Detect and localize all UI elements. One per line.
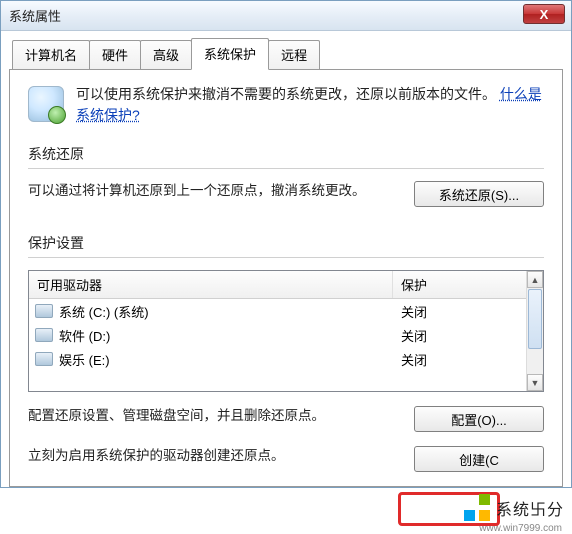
drive-status: 关闭 [393,350,543,369]
restore-row: 可以通过将计算机还原到上一个还原点，撤消系统更改。 系统还原(S)... [28,181,544,207]
tab-panel-system-protection: 可以使用系统保护来撤消不需要的系统更改，还原以前版本的文件。 什么是系统保护? … [9,69,563,487]
drives-scrollbar[interactable]: ▲ ▼ [526,271,543,391]
configure-button[interactable]: 配置(O)... [414,406,544,432]
intro-text-main: 可以使用系统保护来撤消不需要的系统更改，还原以前版本的文件。 [76,86,496,102]
close-icon: X [540,7,549,22]
scroll-up-button[interactable]: ▲ [527,271,543,288]
drive-icon [35,328,53,342]
intro-row: 可以使用系统保护来撤消不需要的系统更改，还原以前版本的文件。 什么是系统保护? [28,84,544,126]
tab-hardware[interactable]: 硬件 [89,40,141,70]
watermark-url: www.win7999.com [479,523,562,534]
system-protection-icon [28,86,64,122]
watermark-brand: 系统卐分 [496,496,564,520]
system-properties-window: 系统属性 X 计算机名 硬件 高级 系统保护 远程 可以使用系统保护来撤消不需要… [0,0,572,488]
tab-advanced[interactable]: 高级 [140,40,192,70]
close-button[interactable]: X [523,4,565,24]
drives-header: 可用驱动器 保护 [29,271,543,299]
watermark: 系统卐分 [462,494,564,522]
titlebar[interactable]: 系统属性 X [1,1,571,31]
tab-strip: 计算机名 硬件 高级 系统保护 远程 [9,40,563,70]
drive-row[interactable]: 系统 (C:) (系统) 关闭 [29,299,543,323]
restore-description: 可以通过将计算机还原到上一个还原点，撤消系统更改。 [28,181,398,202]
create-button[interactable]: 创建(C [414,446,544,472]
drive-status: 关闭 [393,326,543,345]
drive-row[interactable]: 娱乐 (E:) 关闭 [29,347,543,371]
column-header-protection[interactable]: 保护 [393,271,543,298]
column-header-drive[interactable]: 可用驱动器 [29,271,393,298]
drive-label: 软件 (D:) [59,326,110,345]
group-title-restore: 系统还原 [28,144,544,164]
scroll-thumb[interactable] [528,289,542,349]
configure-description: 配置还原设置、管理磁盘空间，并且删除还原点。 [28,406,398,427]
tab-remote[interactable]: 远程 [268,40,320,70]
drive-status: 关闭 [393,302,543,321]
window-title: 系统属性 [9,6,61,25]
drive-label: 系统 (C:) (系统) [59,302,149,321]
create-row: 立刻为启用系统保护的驱动器创建还原点。 创建(C [28,446,544,472]
configure-row: 配置还原设置、管理磁盘空间，并且删除还原点。 配置(O)... [28,406,544,432]
group-divider-protection [28,257,544,258]
group-title-protection: 保护设置 [28,233,544,253]
create-description: 立刻为启用系统保护的驱动器创建还原点。 [28,446,398,467]
intro-text: 可以使用系统保护来撤消不需要的系统更改，还原以前版本的文件。 什么是系统保护? [76,84,544,126]
tab-system-protection[interactable]: 系统保护 [191,38,269,70]
drives-listview[interactable]: 可用驱动器 保护 系统 (C:) (系统) 关闭 软件 (D:) 关闭 [28,270,544,392]
drive-icon [35,304,53,318]
watermark-logo-icon [462,494,490,522]
client-area: 计算机名 硬件 高级 系统保护 远程 可以使用系统保护来撤消不需要的系统更改，还… [1,31,571,487]
drive-label: 娱乐 (E:) [59,350,110,369]
tab-computer-name[interactable]: 计算机名 [12,40,90,70]
drive-icon [35,352,53,366]
group-divider-restore [28,168,544,169]
drive-row[interactable]: 软件 (D:) 关闭 [29,323,543,347]
scroll-down-button[interactable]: ▼ [527,374,543,391]
system-restore-button[interactable]: 系统还原(S)... [414,181,544,207]
